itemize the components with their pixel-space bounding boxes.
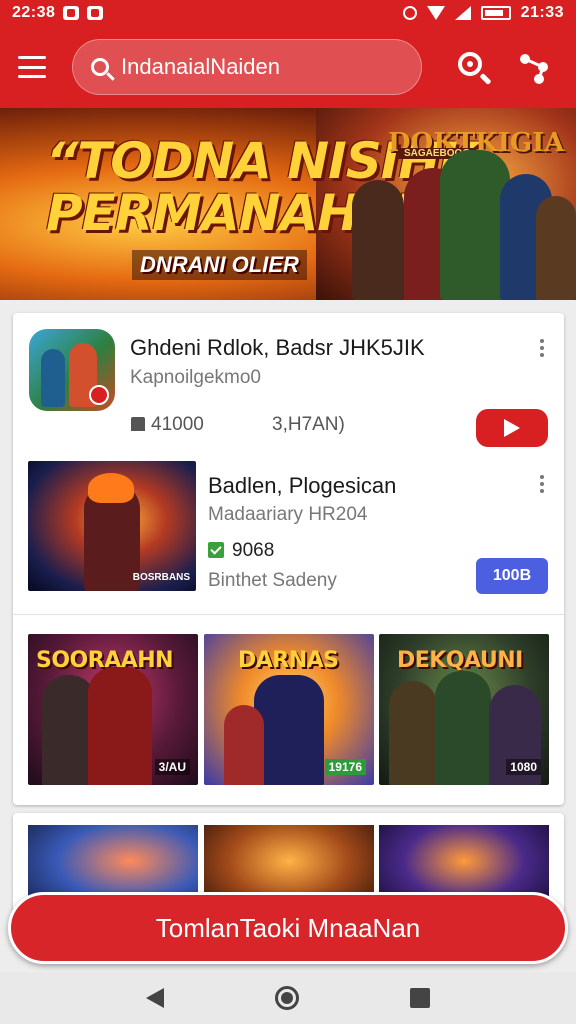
second-app-stat: 9068: [208, 540, 274, 562]
status-time-left: 22:38: [12, 4, 56, 21]
notification-icon: [63, 6, 80, 20]
wifi-icon: [426, 6, 445, 20]
dnd-icon: [402, 6, 417, 20]
featured-app-stat: 41000: [131, 414, 204, 436]
second-app-title[interactable]: Badlen, Plogesican: [208, 473, 396, 499]
more-options-icon[interactable]: [539, 475, 545, 495]
hamburger-menu-icon[interactable]: [18, 56, 46, 78]
promo-banner[interactable]: “TODNA NISIHK PERMANAH!” DNRANI OLIER DO…: [0, 108, 576, 300]
app-bar: IndanaialNaiden: [0, 26, 576, 108]
thumb-tag: BOSRBANS: [132, 572, 190, 583]
badge-icon: [89, 385, 109, 405]
play-video-button[interactable]: [476, 409, 548, 447]
search-icon: [91, 58, 109, 76]
app-notification-icon: [87, 6, 104, 20]
search-text: IndanaialNaiden: [121, 54, 281, 79]
banner-character: [352, 180, 404, 300]
status-time-right: 21:33: [520, 4, 564, 21]
check-icon: [208, 542, 224, 558]
primary-cta-button[interactable]: TomlanTaoki MnaaNan: [8, 892, 568, 964]
tile-price: 3/AU: [154, 759, 190, 775]
featured-app-stat-2: 3,H7AN): [272, 414, 345, 435]
second-app-subtitle: Madaariary HR204: [208, 504, 368, 525]
featured-app-subtitle: Kapnoilgekmo0: [130, 367, 261, 388]
second-app-thumbnail[interactable]: BOSRBANS: [28, 461, 196, 591]
divider: [13, 614, 564, 615]
recent-apps-icon[interactable]: [410, 988, 431, 1008]
second-app-meta: Binthet Sadeny: [208, 570, 337, 591]
thumbs-up-icon: [131, 417, 145, 431]
featured-app-icon[interactable]: [29, 329, 115, 411]
share-icon[interactable]: [518, 50, 552, 84]
status-bar: 22:38 21:33: [0, 0, 576, 26]
tile-price: 19176: [324, 759, 366, 775]
featured-app-title[interactable]: Ghdeni Rdlok, Badsr JHK5JIK: [130, 335, 425, 361]
more-options-icon[interactable]: [539, 339, 545, 359]
banner-character: [536, 196, 576, 300]
game-tile[interactable]: DEKQAUNI 1080: [379, 634, 549, 785]
banner-subtitle: DNRANI OLIER: [132, 250, 307, 280]
signal-icon: [454, 6, 471, 20]
back-icon[interactable]: [145, 988, 164, 1008]
game-tile[interactable]: DARNAS 19176: [204, 634, 374, 785]
tile-price: 1080: [506, 759, 541, 775]
search-input[interactable]: IndanaialNaiden: [72, 39, 422, 95]
battery-icon: [480, 6, 511, 20]
game-tile[interactable]: SOORAAHN 3/AU: [28, 634, 198, 785]
search-button[interactable]: [456, 50, 492, 86]
system-nav-bar: [0, 972, 576, 1024]
app-list-card: Ghdeni Rdlok, Badsr JHK5JIK Kapnoilgekmo…: [13, 313, 564, 805]
home-icon[interactable]: [274, 986, 299, 1010]
install-button[interactable]: 100B: [476, 558, 548, 594]
